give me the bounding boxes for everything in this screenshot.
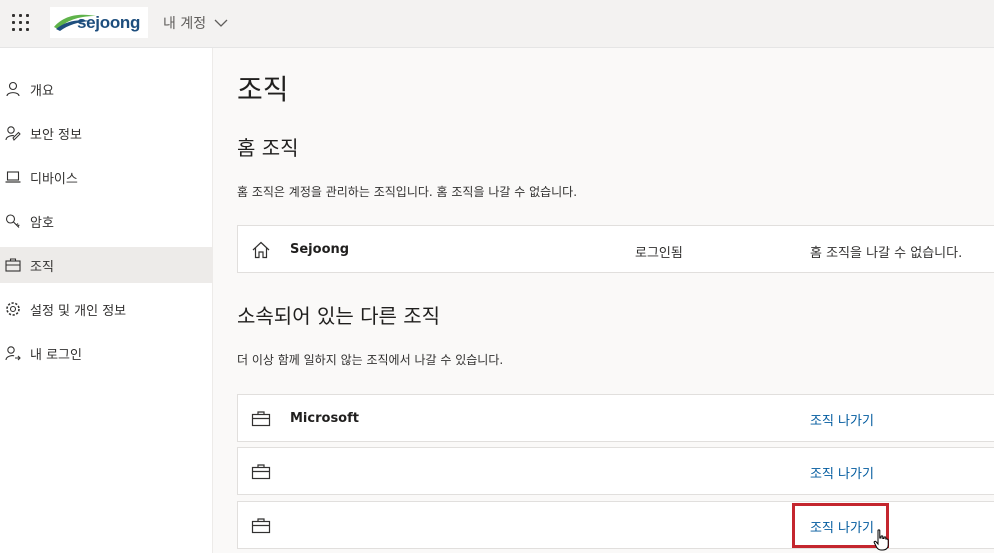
account-menu-label: 내 계정 xyxy=(163,16,207,32)
other-orgs-heading: 소속되어 있는 다른 조직 xyxy=(237,304,441,328)
home-org-description: 홈 조직은 계정을 관리하는 조직입니다. 홈 조직을 나갈 수 없습니다. xyxy=(237,185,578,199)
sidebar-item-organizations[interactable]: 조직 xyxy=(0,247,212,283)
sidebar-item-my-sign-ins[interactable]: 내 로그인 xyxy=(0,335,212,371)
key-icon xyxy=(5,214,20,228)
sidebar-item-label: 디바이스 xyxy=(30,171,78,187)
sidebar-item-label: 보안 정보 xyxy=(30,127,82,143)
sidebar-item-label: 설정 및 개인 정보 xyxy=(30,303,127,319)
leave-organization-link[interactable]: 조직 나가기 xyxy=(810,463,874,482)
home-org-card: Sejoong 로그인됨 홈 조직을 나갈 수 없습니다. xyxy=(237,225,994,273)
main-content: 조직 홈 조직 홈 조직은 계정을 관리하는 조직입니다. 홈 조직을 나갈 수… xyxy=(213,48,994,553)
gear-icon xyxy=(6,302,20,316)
home-icon xyxy=(252,241,270,259)
page-title: 조직 xyxy=(237,73,289,106)
briefcase-icon xyxy=(251,464,271,480)
sidebar-item-label: 조직 xyxy=(30,259,54,275)
sign-in-icon xyxy=(5,346,21,361)
briefcase-icon xyxy=(251,411,271,427)
sidebar-item-devices[interactable]: 디바이스 xyxy=(0,159,212,195)
sidebar-item-security-info[interactable]: 보안 정보 xyxy=(0,115,212,151)
org-name: Sejoong xyxy=(290,242,350,257)
sidebar-item-label: 개요 xyxy=(30,83,54,99)
top-bar: sejoong 내 계정 xyxy=(0,0,994,48)
home-org-heading: 홈 조직 xyxy=(237,136,299,160)
logo-text: sejoong xyxy=(77,13,141,32)
app-launcher-icon[interactable] xyxy=(12,14,29,31)
org-note: 홈 조직을 나갈 수 없습니다. xyxy=(810,246,963,261)
briefcase-icon xyxy=(5,258,21,272)
security-info-icon xyxy=(5,126,21,141)
sidebar-item-label: 내 로그인 xyxy=(30,347,82,363)
account-menu[interactable]: 내 계정 xyxy=(163,13,228,33)
sidebar-item-settings-privacy[interactable]: 설정 및 개인 정보 xyxy=(0,291,212,327)
hand-cursor-icon xyxy=(873,529,889,551)
leave-organization-link[interactable]: 조직 나가기 xyxy=(810,410,874,429)
other-orgs-description: 더 이상 함께 일하지 않는 조직에서 나갈 수 있습니다. xyxy=(237,353,504,367)
org-status: 로그인됨 xyxy=(635,246,683,261)
org-card: 조직 나가기 xyxy=(237,447,994,495)
org-name: Microsoft xyxy=(290,411,359,426)
sidebar-item-overview[interactable]: 개요 xyxy=(0,71,212,107)
briefcase-icon xyxy=(251,518,271,534)
sidebar-item-password[interactable]: 암호 xyxy=(0,203,212,239)
company-logo: sejoong xyxy=(50,7,148,38)
laptop-icon xyxy=(5,171,21,183)
sidebar: 개요 보안 정보 디바이스 암호 조직 설정 및 개인 정보 내 로그인 xyxy=(0,48,213,553)
chevron-down-icon xyxy=(214,19,228,27)
person-icon xyxy=(6,81,20,97)
org-card: Microsoft 조직 나가기 xyxy=(237,394,994,442)
sidebar-item-label: 암호 xyxy=(30,215,54,231)
